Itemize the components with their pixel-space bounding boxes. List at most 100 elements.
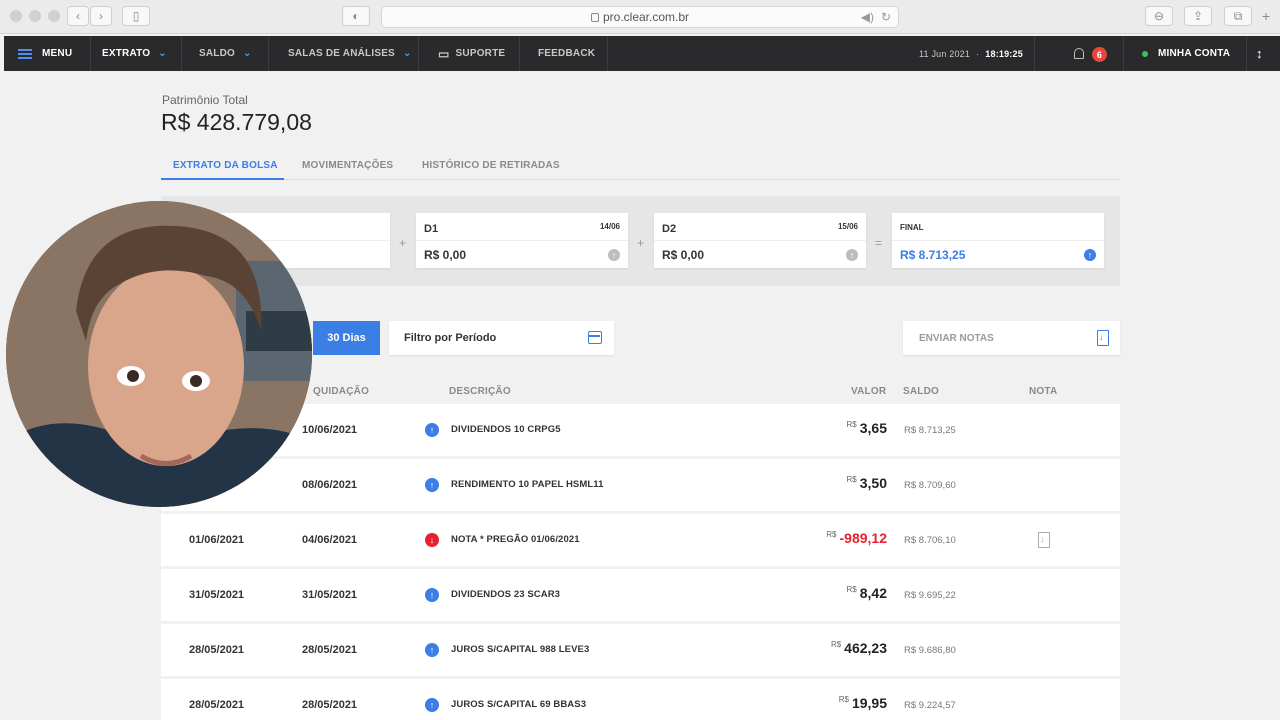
- share-icon[interactable]: ⇪: [1184, 6, 1212, 26]
- browser-toolbar: ‹ › ▯ ◐ pro.clear.com.br ◀) ↻ ⊖ ⇪ ⧉ +: [0, 0, 1280, 34]
- downloads-icon[interactable]: ⊖: [1145, 6, 1173, 26]
- row-saldo: R$ 8.709,60: [904, 480, 956, 491]
- zoom-window-button[interactable]: [48, 10, 60, 22]
- tab-extrato-bolsa[interactable]: EXTRATO DA BOLSA: [173, 160, 278, 171]
- row-description: DIVIDENDOS 23 SCAR3: [451, 589, 561, 600]
- card-d2: D2 15/06 R$ 0,00 ↑: [654, 213, 866, 268]
- nav-divider: [418, 36, 419, 71]
- table-row[interactable]: 10/06/2021 ↑ DIVIDENDOS 10 CRPG5 R$ 3,65 …: [161, 404, 1120, 456]
- table-row[interactable]: 21 08/06/2021 ↑ RENDIMENTO 10 PAPEL HSML…: [161, 459, 1120, 511]
- nav-extrato[interactable]: EXTRATO ⌄: [102, 36, 167, 71]
- forward-icon[interactable]: ›: [90, 6, 112, 26]
- bell-icon: [1074, 48, 1084, 59]
- top-navbar: MENU EXTRATO ⌄ SALDO ⌄ SALAS DE ANÁLISES…: [4, 36, 1280, 71]
- header-saldo: SALDO: [903, 386, 939, 397]
- audio-icon[interactable]: ◀): [861, 10, 874, 24]
- row-pregao-date: 31/05/2021: [189, 589, 245, 601]
- expand-icon[interactable]: ↕: [1256, 36, 1263, 71]
- url-text: pro.clear.com.br: [602, 10, 690, 24]
- patrimonio-label: Patrimônio Total: [162, 93, 248, 107]
- arrow-up-icon: ↑: [1084, 249, 1096, 261]
- arrow-up-icon: ↑: [608, 249, 620, 261]
- account-button[interactable]: MINHA CONTA: [1142, 36, 1230, 71]
- row-description: DIVIDENDOS 10 CRPG5: [451, 424, 561, 435]
- card-d1-date: 14/06: [599, 222, 620, 231]
- plus-sign: +: [637, 236, 645, 250]
- nav-saldo[interactable]: SALDO ⌄: [199, 36, 252, 71]
- row-amount: 3,65: [859, 420, 887, 436]
- lock-icon: [590, 12, 599, 22]
- row-value: R$ 3,65: [847, 420, 887, 438]
- row-saldo: R$ 9.686,80: [904, 645, 956, 656]
- row-amount: 8,42: [859, 585, 887, 601]
- table-row[interactable]: 31/05/2021 31/05/2021 ↑ DIVIDENDOS 23 SC…: [161, 569, 1120, 621]
- row-saldo: R$ 9.695,22: [904, 590, 956, 601]
- tab-historico-retiradas[interactable]: HISTÓRICO DE RETIRADAS: [422, 160, 560, 171]
- currency-label: R$: [826, 530, 837, 539]
- nav-extrato-label: EXTRATO: [102, 48, 151, 59]
- webcam-overlay: [6, 201, 312, 507]
- tab-movimentacoes[interactable]: MOVIMENTAÇÕES: [302, 160, 393, 171]
- minimize-window-button[interactable]: [29, 10, 41, 22]
- download-note-icon[interactable]: [1038, 532, 1050, 548]
- close-window-button[interactable]: [10, 10, 22, 22]
- currency-label: R$: [846, 420, 857, 429]
- currency-label: R$: [846, 475, 857, 484]
- header-liquidacao: QUIDAÇÃO: [313, 386, 370, 397]
- card-divider: [892, 240, 1104, 241]
- days-30-button[interactable]: 30 Dias: [313, 321, 380, 355]
- nav-salas[interactable]: SALAS DE ANÁLISES ⌄: [288, 36, 412, 71]
- send-notes-button[interactable]: ENVIAR NOTAS: [903, 321, 1120, 355]
- row-value: R$ -989,12: [826, 530, 887, 548]
- nav-divider: [1246, 36, 1247, 71]
- address-bar[interactable]: pro.clear.com.br ◀) ↻: [381, 6, 899, 28]
- row-value: R$ 19,95: [839, 695, 887, 713]
- new-tab-icon[interactable]: +: [1262, 8, 1270, 24]
- hamburger-icon: [18, 48, 32, 59]
- table-row[interactable]: 01/06/2021 04/06/2021 ↓ NOTA * PREGÃO 01…: [161, 514, 1120, 566]
- tabs-overview-icon[interactable]: ⧉: [1224, 6, 1252, 26]
- date-text: 11 Jun 2021: [919, 48, 971, 59]
- menu-button[interactable]: MENU: [18, 36, 72, 71]
- row-value: R$ 462,23: [831, 640, 887, 658]
- nav-feedback[interactable]: FEEDBACK: [538, 36, 595, 71]
- nav-divider: [268, 36, 269, 71]
- reload-icon[interactable]: ↻: [881, 10, 891, 24]
- table-row[interactable]: 28/05/2021 28/05/2021 ↑ JUROS S/CAPITAL …: [161, 624, 1120, 676]
- currency-label: R$: [830, 640, 842, 649]
- credit-arrow-icon: ↑: [425, 423, 439, 437]
- credit-arrow-icon: ↑: [425, 643, 439, 657]
- document-download-icon: [1097, 330, 1109, 346]
- card-d2-date: 15/06: [837, 222, 858, 231]
- card-divider: [416, 240, 628, 241]
- period-filter[interactable]: Filtro por Período: [389, 321, 614, 355]
- plus-sign: +: [399, 236, 407, 250]
- nav-divider: [90, 36, 91, 71]
- nav-feedback-label: FEEDBACK: [538, 48, 596, 59]
- menu-label: MENU: [42, 48, 73, 59]
- date-separator: ·: [976, 48, 980, 59]
- notification-badge: 6: [1092, 47, 1107, 62]
- privacy-shield-icon[interactable]: ◐: [342, 6, 370, 26]
- row-description: RENDIMENTO 10 PAPEL HSML11: [451, 479, 604, 490]
- patrimonio-value: R$ 428.779,08: [161, 109, 312, 135]
- row-liquidacao-date: 28/05/2021: [302, 699, 358, 711]
- notifications-button[interactable]: [1074, 36, 1084, 71]
- sidebar-toggle-icon[interactable]: ▯: [122, 6, 150, 26]
- row-amount: 462,23: [844, 640, 887, 656]
- table-row[interactable]: 28/05/2021 28/05/2021 ↑ JUROS S/CAPITAL …: [161, 679, 1120, 720]
- nav-suporte-label: SUPORTE: [455, 48, 506, 59]
- row-saldo: R$ 9.224,57: [904, 700, 956, 711]
- time-text: 18:19:25: [985, 48, 1023, 59]
- calendar-icon: [588, 331, 602, 344]
- card-final-value: R$ 8.713,25: [900, 248, 966, 262]
- nav-suporte[interactable]: ▭ SUPORTE: [438, 36, 505, 71]
- row-pregao-date: 28/05/2021: [189, 644, 245, 656]
- chevron-down-icon: ⌄: [243, 48, 252, 59]
- chevron-down-icon: ⌄: [402, 48, 412, 59]
- row-amount: 19,95: [851, 695, 887, 711]
- nav-divider: [1034, 36, 1035, 71]
- row-pregao-date: 28/05/2021: [189, 699, 245, 711]
- back-icon[interactable]: ‹: [67, 6, 89, 26]
- nav-divider: [607, 36, 608, 71]
